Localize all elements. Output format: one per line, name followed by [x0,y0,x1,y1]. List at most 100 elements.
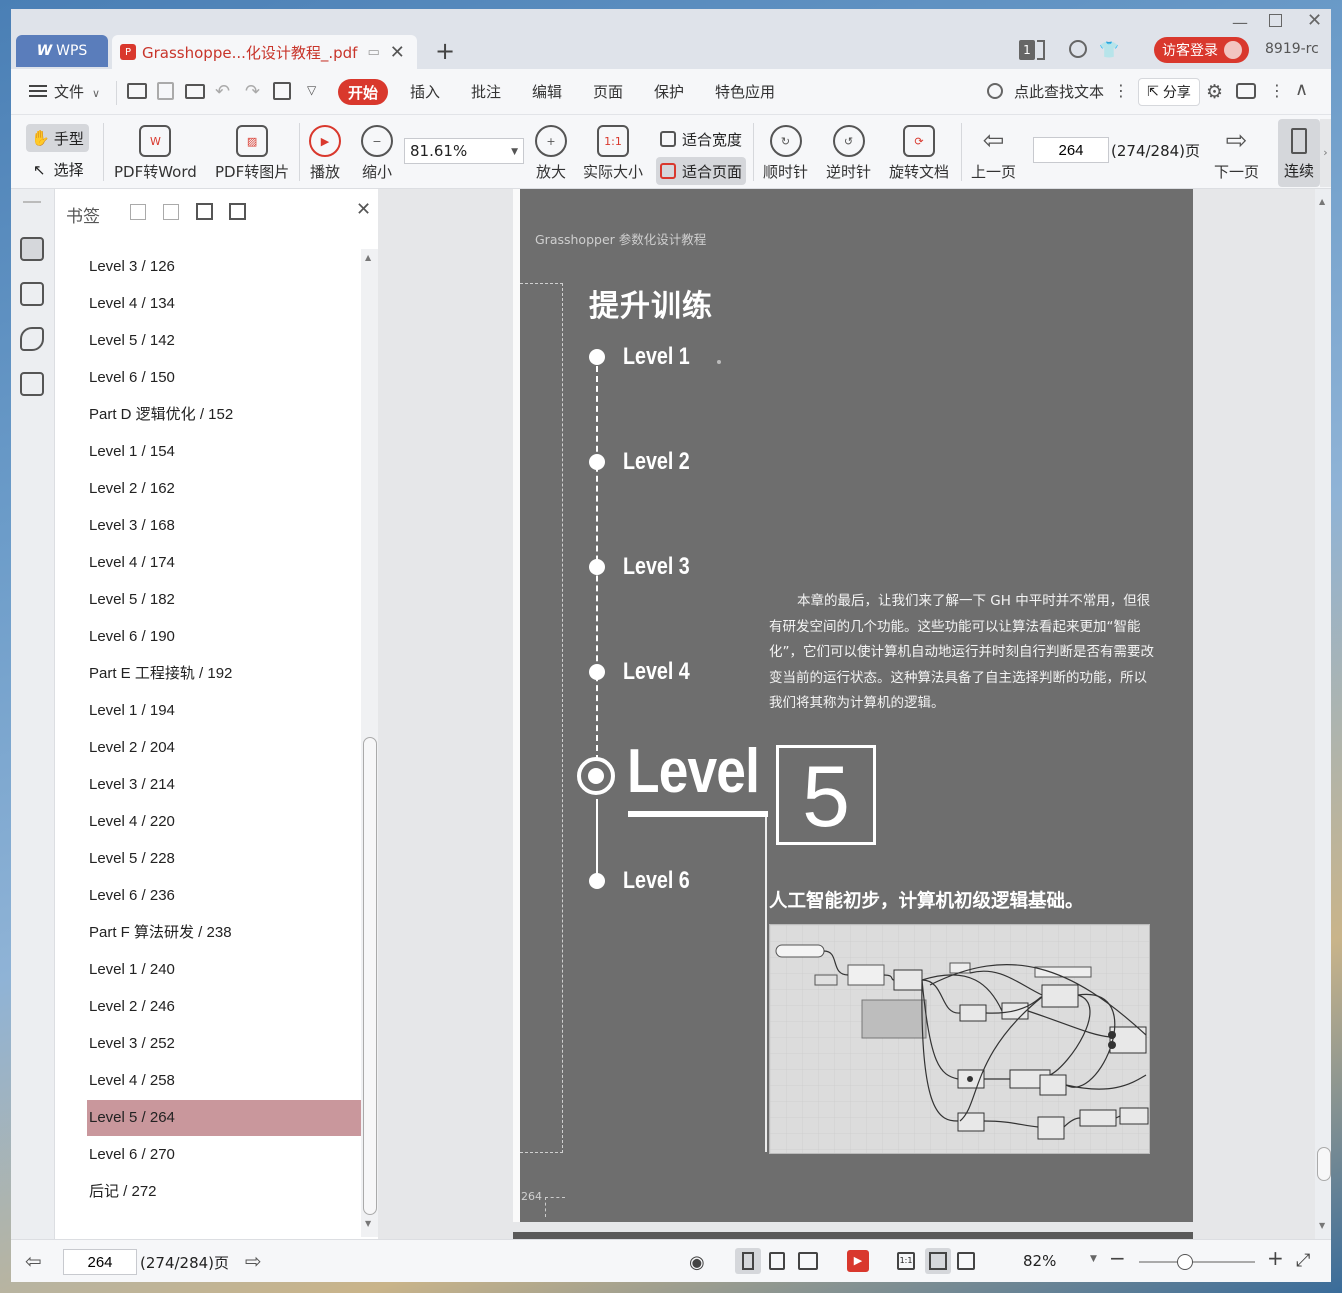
scroll-down-icon[interactable]: ▼ [1319,1221,1325,1230]
page-number-input[interactable] [1033,137,1109,163]
wps-home-tab[interactable]: W WPS [16,35,108,67]
bookmark-item[interactable]: Level 3 / 168 [87,508,361,544]
select-tool-button[interactable]: ↖ 选择 [33,159,84,180]
minimize-icon[interactable]: — [1232,13,1248,32]
zoom-in-button[interactable]: + 放大 [535,125,567,182]
tab-edit[interactable]: 编辑 [532,81,562,102]
fit-width-button[interactable]: 适合宽度 [656,126,746,152]
bookmark-icon[interactable] [229,203,246,220]
next-page-button[interactable]: ⇨ 下一页 [1214,125,1259,182]
document-tab[interactable]: P Grasshoppe...化设计教程_.pdf ▭ ✕ [112,35,417,69]
scroll-thumb[interactable] [363,737,377,1215]
fit-width-status-icon[interactable] [957,1252,975,1270]
tab-page[interactable]: 页面 [593,81,623,102]
bookmark-item[interactable]: Level 6 / 270 [87,1137,361,1173]
eye-protection-icon[interactable]: ◉ [689,1252,705,1273]
tab-start[interactable]: 开始 [338,79,388,105]
bookmark-list-icon[interactable] [20,237,44,261]
more-vertical-icon[interactable]: ⋮ [1269,81,1285,100]
skin-icon[interactable]: 👕 [1099,40,1119,59]
bookmark-item[interactable]: Part E 工程接轨 / 192 [87,656,361,692]
expand-all-icon[interactable] [130,204,146,220]
actual-size-button[interactable]: 1:1 实际大小 [583,125,643,182]
more-options-icon[interactable]: ⋮ [1113,81,1129,100]
bookmark-item[interactable]: Level 4 / 134 [87,286,361,322]
bookmark-item[interactable]: Level 2 / 246 [87,989,361,1025]
status-next-page-icon[interactable]: ⇨ [245,1249,262,1273]
fit-page-status-icon[interactable] [925,1248,951,1274]
search-icon[interactable] [987,83,1003,99]
rotate-counterclockwise-button[interactable]: ↺ 逆时针 [826,125,871,182]
fit-page-button[interactable]: 适合页面 [656,157,747,185]
tab-protect[interactable]: 保护 [654,81,684,102]
open-folder-icon[interactable] [127,83,147,99]
save-icon[interactable] [157,82,174,100]
bookmark-item[interactable]: Level 1 / 154 [87,434,361,470]
login-button[interactable]: 访客登录 [1154,37,1249,63]
scroll-up-icon[interactable]: ▲ [1319,197,1325,206]
zoom-minus-icon[interactable]: − [1109,1246,1126,1270]
undo-icon[interactable]: ↶ [215,81,230,102]
zoom-slider-thumb[interactable] [1177,1254,1193,1270]
redo-icon[interactable]: ↷ [245,81,260,102]
bookmark-item[interactable]: Level 6 / 150 [87,360,361,396]
previous-page-button[interactable]: ⇦ 上一页 [971,125,1016,182]
hand-tool-button[interactable]: ✋ 手型 [26,124,89,152]
continuous-view-icon[interactable] [735,1248,761,1274]
bookmark-item[interactable]: 后记 / 272 [87,1174,361,1210]
annotation-pen-icon[interactable] [20,327,44,351]
more-dropdown-icon[interactable]: ▽ [307,83,316,97]
zoom-slider-track[interactable] [1139,1261,1255,1263]
bookmark-item[interactable]: Level 3 / 214 [87,767,361,803]
export-icon[interactable] [273,82,291,100]
collapse-all-icon[interactable] [163,204,179,220]
bookmark-item-selected[interactable]: Level 5 / 264 [87,1100,361,1136]
share-button[interactable]: ⇱ 分享 [1138,78,1200,106]
bookmark-item[interactable]: Level 1 / 194 [87,693,361,729]
layout-icon[interactable] [1037,40,1045,60]
new-tab-button[interactable]: + [435,37,455,65]
viewer-scrollbar[interactable]: ▲ ▼ [1315,189,1331,1239]
bookmark-item[interactable]: Level 5 / 142 [87,323,361,359]
continuous-button[interactable]: 连续 [1278,119,1320,187]
pdf-to-word-button[interactable]: W PDF转Word [114,125,197,182]
maximize-icon[interactable] [1269,14,1282,27]
zoom-dropdown-icon[interactable]: ▼ [1090,1254,1097,1264]
status-page-input[interactable] [63,1249,137,1275]
viewer-scroll-thumb[interactable] [1317,1147,1331,1181]
bookmark-item[interactable]: Level 3 / 126 [87,249,361,285]
zoom-out-button[interactable]: − 缩小 [361,125,393,182]
tab-annotate[interactable]: 批注 [471,81,501,102]
rotate-clockwise-button[interactable]: ↻ 顺时针 [763,125,808,182]
zoom-plus-icon[interactable]: + [1267,1246,1284,1270]
scroll-up-icon[interactable]: ▲ [365,253,371,262]
fullscreen-icon[interactable]: ⤢ [1296,1250,1310,1271]
add-bookmark-icon[interactable] [196,203,213,220]
bookmark-item[interactable]: Part D 逻辑优化 / 152 [87,397,361,433]
collapse-ribbon-icon[interactable]: ∧ [1295,79,1308,100]
zoom-select[interactable]: 81.61% ▼ [404,138,524,164]
chat-icon[interactable] [1236,83,1256,99]
bookmark-item[interactable]: Level 6 / 236 [87,878,361,914]
print-icon[interactable] [185,84,205,99]
close-window-icon[interactable]: ✕ [1307,10,1322,31]
bookmark-item[interactable]: Level 5 / 228 [87,841,361,877]
thumbnail-image-icon[interactable] [20,282,44,306]
bookmark-item[interactable]: Level 2 / 162 [87,471,361,507]
bookmark-item[interactable]: Level 5 / 182 [87,582,361,618]
close-tab-icon[interactable]: ✕ [390,42,405,63]
find-text-label[interactable]: 点此查找文本 [1014,81,1104,102]
settings-gear-icon[interactable]: ⚙ [1206,81,1223,103]
bookmark-item[interactable]: Level 4 / 258 [87,1063,361,1099]
zoom-percent[interactable]: 82% [1023,1252,1056,1270]
bookmark-item[interactable]: Level 6 / 190 [87,619,361,655]
ribbon-scroll-right-icon[interactable]: › [1320,119,1331,187]
bookmark-item[interactable]: Part F 算法研发 / 238 [87,915,361,951]
screen-icon[interactable]: ▭ [367,45,379,60]
slideshow-play-icon[interactable]: ▶ [847,1250,869,1272]
play-button[interactable]: ▶ 播放 [309,125,341,182]
document-viewer[interactable]: Grasshopper 参数化设计教程 提升训练 Level 1 Level 2… [378,189,1331,1242]
close-panel-icon[interactable]: ✕ [356,199,371,220]
signature-icon[interactable] [20,372,44,396]
status-prev-page-icon[interactable]: ⇦ [25,1249,42,1273]
